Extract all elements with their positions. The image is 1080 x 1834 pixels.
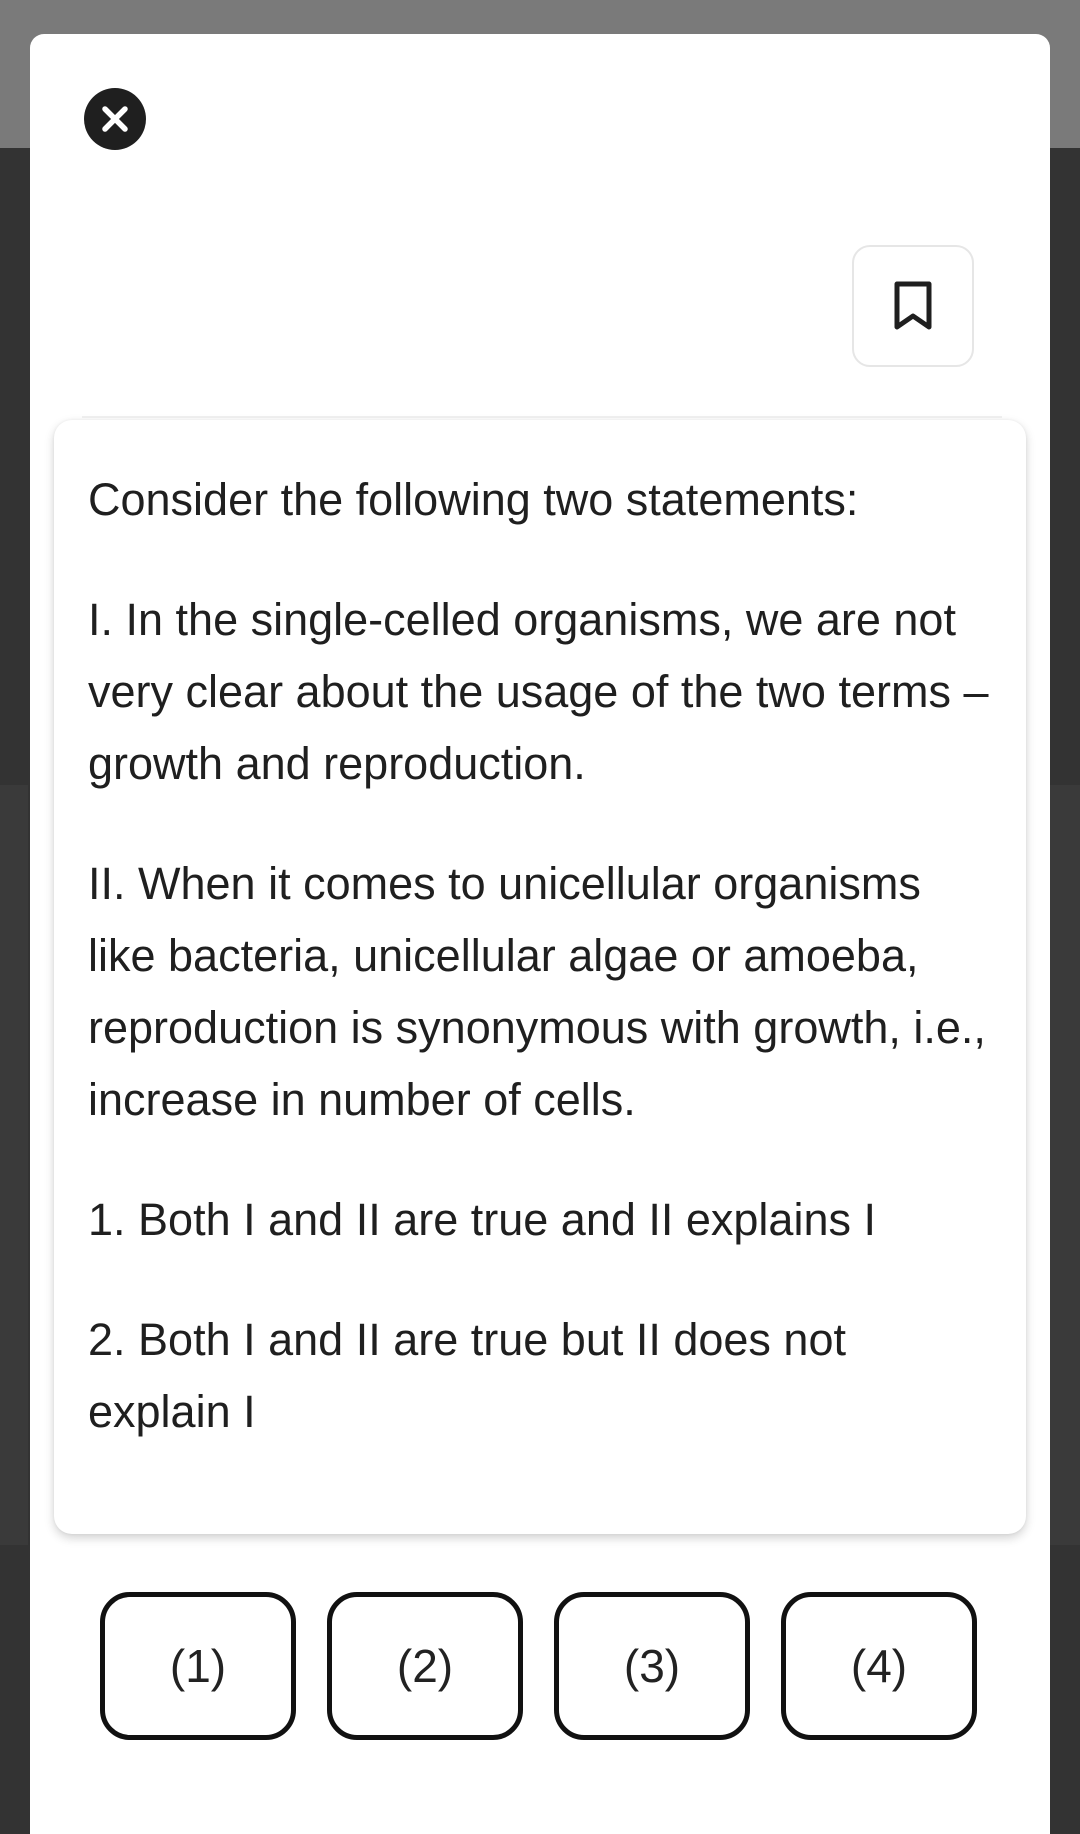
backdrop-card-edge-right bbox=[1050, 785, 1080, 1545]
question-stem: Consider the following two statements: bbox=[88, 474, 859, 525]
option-button-4[interactable]: (4) bbox=[781, 1592, 977, 1740]
choice-text-2: 2. Both I and II are true but II does no… bbox=[88, 1314, 846, 1437]
choice-text-1: 1. Both I and II are true and II explain… bbox=[88, 1194, 876, 1245]
header-divider bbox=[82, 416, 1002, 418]
bookmark-icon bbox=[894, 281, 932, 330]
answer-options: (1) (2) (3) (4) bbox=[100, 1592, 980, 1742]
option-button-1[interactable]: (1) bbox=[100, 1592, 296, 1740]
close-icon bbox=[102, 106, 128, 132]
bookmark-button[interactable] bbox=[852, 245, 974, 367]
option-button-3[interactable]: (3) bbox=[554, 1592, 750, 1740]
option-button-2[interactable]: (2) bbox=[327, 1592, 523, 1740]
statement-one: I. In the single-celled organisms, we ar… bbox=[88, 594, 989, 789]
question-text: Consider the following two statements: I… bbox=[88, 464, 998, 1496]
close-button[interactable] bbox=[84, 88, 146, 150]
statement-two: II. When it comes to unicellular organis… bbox=[88, 858, 986, 1125]
question-card[interactable]: Consider the following two statements: I… bbox=[54, 420, 1026, 1534]
question-modal: Consider the following two statements: I… bbox=[30, 34, 1050, 1834]
backdrop-card-edge-left bbox=[0, 785, 28, 1545]
